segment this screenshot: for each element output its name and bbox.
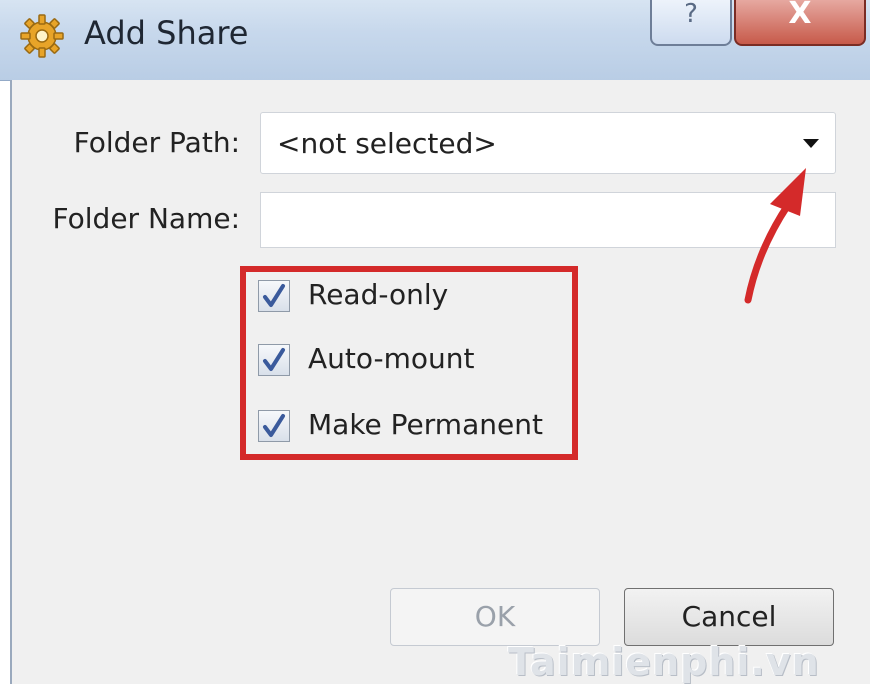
dropdown-arrow-icon[interactable] — [803, 139, 819, 148]
highlight-box — [240, 266, 578, 460]
close-button[interactable]: X — [734, 0, 866, 46]
close-icon: X — [788, 0, 812, 31]
folder-path-value: <not selected> — [277, 127, 497, 160]
folder-name-input[interactable] — [260, 192, 836, 248]
cancel-button[interactable]: Cancel — [624, 588, 834, 646]
folder-path-combobox[interactable]: <not selected> — [260, 112, 836, 174]
help-button[interactable]: ? — [650, 0, 732, 46]
help-icon: ? — [684, 0, 698, 29]
watermark: Taimienphi.vn — [508, 640, 820, 684]
folder-name-label: Folder Name: — [52, 202, 240, 235]
window-title: Add Share — [84, 14, 249, 52]
title-bar: Add Share ? X — [0, 0, 870, 81]
ok-button[interactable]: OK — [390, 588, 600, 646]
folder-path-label: Folder Path: — [73, 126, 240, 159]
gear-app-icon — [18, 12, 66, 60]
